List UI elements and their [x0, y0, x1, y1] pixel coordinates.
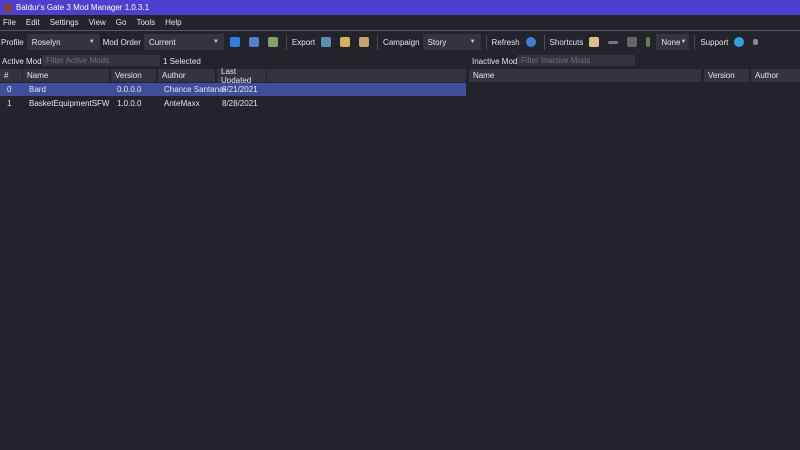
chevron-down-icon: ▼: [680, 39, 687, 45]
save-as-icon[interactable]: [248, 37, 259, 47]
kofi-icon[interactable]: [734, 37, 745, 47]
column-name[interactable]: Name: [23, 69, 109, 82]
menu-edit[interactable]: Edit: [26, 18, 40, 27]
export-zip-icon[interactable]: [340, 37, 351, 47]
window-title: Baldur's Gate 3 Mod Manager 1.0.3.1: [16, 3, 150, 12]
menu-bar: File Edit Settings View Go Tools Help: [0, 15, 800, 30]
export-list-icon[interactable]: [359, 37, 370, 47]
toolbar-separator: [543, 34, 545, 50]
column-version[interactable]: Version: [111, 69, 156, 82]
row-version: 0.0.0.0: [117, 85, 142, 94]
shortcut-value: None: [661, 37, 681, 47]
filter-inactive-input[interactable]: Filter Inactive Mods: [517, 55, 635, 66]
profile-select[interactable]: Roselyn ▼: [26, 34, 100, 50]
table-row[interactable]: 0 Bard 0.0.0.0 Chance Santana- 8/21/2021: [0, 83, 466, 96]
profile-value: Roselyn: [31, 37, 61, 47]
column-filler: [267, 69, 466, 82]
chevron-down-icon: ▼: [469, 39, 476, 45]
filter-active-input[interactable]: Filter Active Mods: [42, 55, 160, 66]
chevron-down-icon: ▼: [212, 39, 219, 45]
row-author: AnteMaxx: [164, 99, 200, 108]
mod-order-value: Current: [148, 37, 176, 47]
active-mods-label: Active Mods: [2, 57, 46, 66]
campaign-select[interactable]: Story ▼: [422, 34, 481, 50]
inactive-column-name[interactable]: Name: [469, 69, 701, 82]
table-row[interactable]: 1 BasketEquipmentSFW 1.0.0.0 AnteMaxx 8/…: [0, 97, 466, 110]
row-updated: 8/28/2021: [222, 99, 258, 108]
pin-icon[interactable]: [646, 37, 651, 47]
shortcuts-label: Shortcuts: [549, 37, 584, 47]
mod-order-label: Mod Order: [102, 37, 141, 47]
menu-file[interactable]: File: [3, 18, 16, 27]
campaign-value: Story: [427, 37, 447, 47]
open-folder-icon[interactable]: [589, 37, 600, 47]
row-author: Chance Santana-: [164, 85, 227, 94]
selected-count: 1 Selected: [163, 57, 201, 66]
menu-view[interactable]: View: [89, 18, 106, 27]
toolbar-separator: [285, 34, 287, 50]
toolbar-separator: [485, 34, 487, 50]
row-index: 0: [7, 85, 12, 94]
profile-label: Profile: [1, 37, 24, 47]
extender-log-icon[interactable]: [627, 37, 638, 47]
import-icon[interactable]: [267, 37, 278, 47]
shortcut-select[interactable]: None ▼: [656, 34, 690, 50]
app-logo-icon: [4, 3, 12, 12]
chevron-down-icon: ▼: [88, 39, 95, 45]
column-author[interactable]: Author: [158, 69, 215, 82]
menu-tools[interactable]: Tools: [136, 18, 155, 27]
refresh-icon[interactable]: [525, 37, 536, 47]
toolbar-separator: [377, 34, 379, 50]
title-bar: Baldur's Gate 3 Mod Manager 1.0.3.1: [0, 0, 800, 15]
menu-help[interactable]: Help: [165, 18, 181, 27]
row-updated: 8/21/2021: [222, 85, 258, 94]
mod-order-select[interactable]: Current ▼: [143, 34, 224, 50]
divider: [0, 30, 800, 31]
row-version: 1.0.0.0: [117, 99, 142, 108]
refresh-label: Refresh: [491, 37, 520, 47]
column-index[interactable]: #: [0, 69, 22, 82]
support-label: Support: [700, 37, 729, 47]
row-index: 1: [7, 99, 12, 108]
export-game-icon[interactable]: [321, 37, 332, 47]
toolbar: Profile Roselyn ▼ Mod Order Current ▼ Expo…: [0, 33, 800, 51]
inactive-column-author[interactable]: Author: [751, 69, 800, 82]
campaign-label: Campaign: [383, 37, 420, 47]
toolbar-separator: [694, 34, 696, 50]
patreon-icon[interactable]: [753, 39, 759, 45]
export-label: Export: [291, 37, 316, 47]
row-name: Bard: [29, 85, 46, 94]
workshop-icon[interactable]: [608, 40, 619, 44]
row-name: BasketEquipmentSFW: [29, 99, 110, 108]
menu-settings[interactable]: Settings: [50, 18, 79, 27]
inactive-column-version[interactable]: Version: [704, 69, 749, 82]
save-icon[interactable]: [229, 37, 240, 47]
column-last-updated[interactable]: Last Updated: [217, 67, 266, 85]
inactive-mods-label: Inactive Mods: [472, 57, 522, 66]
menu-go[interactable]: Go: [116, 18, 127, 27]
